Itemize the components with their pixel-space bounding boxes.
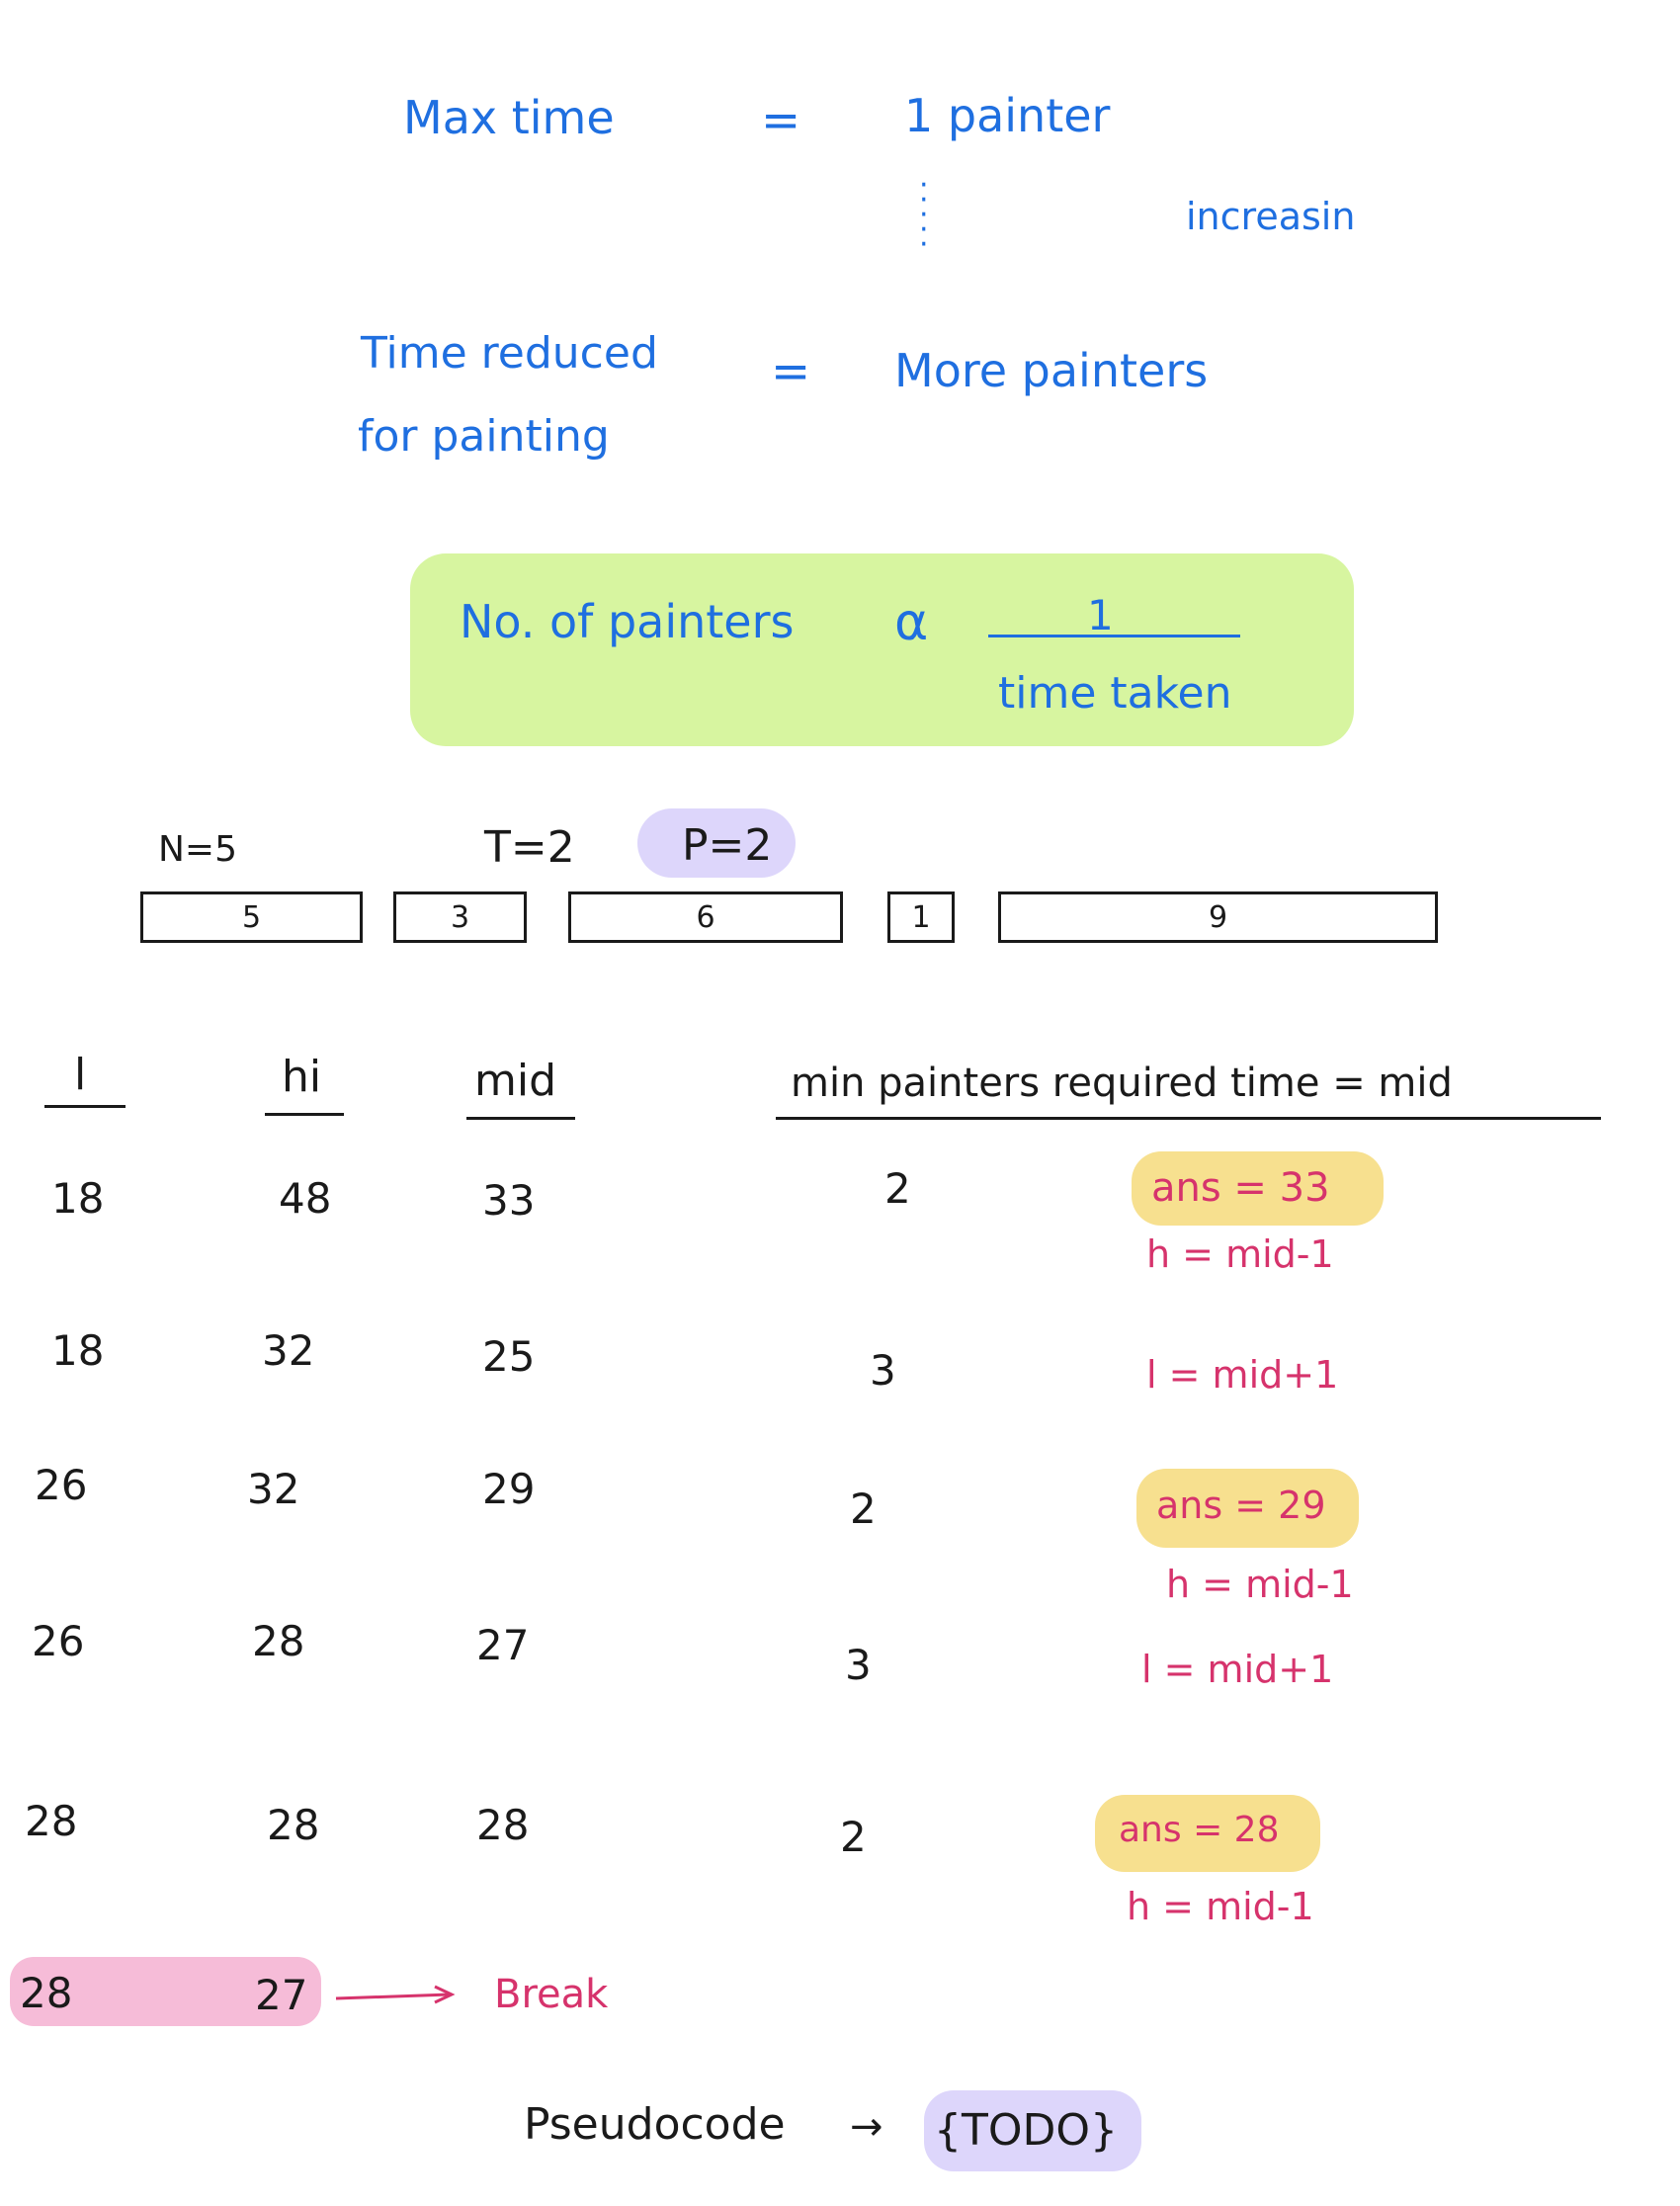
vertical-dots-icon: · · · · · bbox=[919, 168, 929, 262]
row4-painters: 3 bbox=[845, 1641, 872, 1689]
pseudocode-arrow-icon: → bbox=[850, 2104, 883, 2150]
board-box: 1 bbox=[887, 891, 955, 943]
one-painter-label: 1 painter bbox=[904, 89, 1111, 142]
final-l: 28 bbox=[20, 1969, 73, 2017]
row5-l: 28 bbox=[25, 1797, 78, 1845]
row4-hi: 28 bbox=[252, 1617, 305, 1665]
row2-l: 18 bbox=[51, 1326, 105, 1375]
row3-hi: 32 bbox=[247, 1465, 300, 1513]
header-min-painters-underline bbox=[776, 1117, 1601, 1120]
row5-mid: 28 bbox=[476, 1801, 530, 1849]
row3-note-ans: ans = 29 bbox=[1156, 1484, 1326, 1527]
pseudocode-label: Pseudocode bbox=[524, 2099, 786, 2150]
board-length: 6 bbox=[696, 899, 715, 935]
row4-mid: 27 bbox=[476, 1621, 530, 1669]
board-length: 3 bbox=[450, 899, 470, 935]
row5-hi: 28 bbox=[267, 1801, 320, 1849]
p-param: P=2 bbox=[682, 820, 773, 871]
board-length: 9 bbox=[1208, 899, 1228, 935]
t-param: T=2 bbox=[484, 822, 575, 873]
row3-mid: 29 bbox=[482, 1465, 536, 1513]
board-box: 5 bbox=[140, 891, 363, 943]
formula-lhs: No. of painters bbox=[460, 595, 795, 648]
formula-numerator: 1 bbox=[1087, 591, 1114, 639]
todo-label: {TODO} bbox=[934, 2105, 1119, 2156]
row5-painters: 2 bbox=[840, 1813, 867, 1861]
fraction-bar bbox=[988, 635, 1240, 637]
proportional-symbol: α bbox=[894, 593, 929, 652]
row1-l: 18 bbox=[51, 1174, 105, 1223]
header-l-underline bbox=[44, 1105, 126, 1108]
row1-mid: 33 bbox=[482, 1176, 536, 1225]
row1-hi: 48 bbox=[279, 1174, 332, 1223]
row2-painters: 3 bbox=[870, 1346, 896, 1395]
board-length: 5 bbox=[241, 899, 262, 935]
increasing-label: increasin bbox=[1186, 195, 1356, 238]
board-box: 9 bbox=[998, 891, 1438, 943]
row1-note-update: h = mid-1 bbox=[1146, 1232, 1334, 1276]
row5-note-ans: ans = 28 bbox=[1119, 1810, 1280, 1850]
row2-note-update: l = mid+1 bbox=[1146, 1353, 1339, 1397]
row3-painters: 2 bbox=[850, 1485, 877, 1533]
row2-mid: 25 bbox=[482, 1332, 536, 1381]
board-length: 1 bbox=[911, 899, 931, 935]
n-param: N=5 bbox=[158, 829, 237, 870]
row1-note-ans: ans = 33 bbox=[1151, 1165, 1330, 1211]
equals-sign-2: = bbox=[771, 344, 811, 399]
header-min-painters: min painters required time = mid bbox=[791, 1061, 1453, 1106]
row3-l: 26 bbox=[35, 1461, 88, 1509]
row4-note-update: l = mid+1 bbox=[1141, 1648, 1334, 1691]
header-l: l bbox=[74, 1050, 87, 1100]
board-box: 3 bbox=[393, 891, 527, 943]
row1-painters: 2 bbox=[884, 1164, 911, 1213]
row2-hi: 32 bbox=[262, 1326, 315, 1375]
row4-l: 26 bbox=[32, 1617, 85, 1665]
final-hi: 27 bbox=[255, 1971, 308, 2019]
header-mid-underline bbox=[466, 1117, 575, 1120]
time-reduced-label: Time reduced bbox=[361, 328, 658, 379]
row3-note-update: h = mid-1 bbox=[1166, 1563, 1354, 1606]
formula-denominator: time taken bbox=[998, 668, 1232, 719]
header-hi: hi bbox=[282, 1052, 322, 1102]
equals-sign-1: = bbox=[761, 93, 801, 148]
for-painting-label: for painting bbox=[358, 411, 610, 462]
header-mid: mid bbox=[474, 1056, 557, 1106]
more-painters-label: More painters bbox=[894, 344, 1209, 397]
max-time-label: Max time bbox=[403, 91, 615, 144]
row5-note-update: h = mid-1 bbox=[1127, 1885, 1314, 1928]
break-label: Break bbox=[494, 1972, 609, 2017]
board-box: 6 bbox=[568, 891, 843, 943]
header-hi-underline bbox=[265, 1113, 344, 1116]
